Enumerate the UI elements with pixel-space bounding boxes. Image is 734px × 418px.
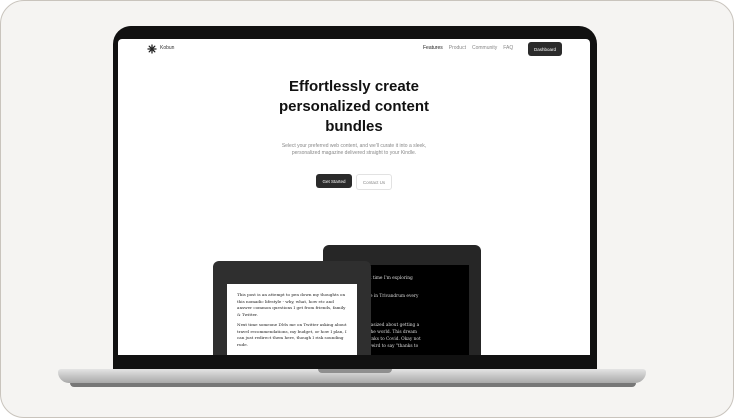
- kindle-device-light: This post is an attempt to pen down my t…: [213, 261, 371, 355]
- kindle-light-paragraph: Next time someone DMs me on Twitter aski…: [237, 322, 347, 347]
- contact-us-button[interactable]: Contact Us: [356, 174, 392, 190]
- website-screen: Kobun Features Product Community FAQ Das…: [118, 39, 590, 355]
- dashboard-button[interactable]: Dashboard: [528, 42, 562, 56]
- nav-link-faq[interactable]: FAQ: [503, 45, 513, 51]
- nav-links: Features Product Community FAQ: [423, 45, 513, 51]
- laptop-notch: [318, 369, 392, 373]
- logo-icon: [147, 44, 157, 54]
- top-nav: Kobun Features Product Community FAQ Das…: [118, 39, 590, 59]
- hero-subtitle: Select your preferred web content, and w…: [281, 143, 427, 156]
- hero-title: Effortlessly create personalized content…: [278, 78, 430, 135]
- kindle-light-paragraph: This post is an attempt to pen down my t…: [237, 292, 346, 317]
- laptop-base-edge: [70, 383, 636, 387]
- nav-link-features[interactable]: Features: [423, 45, 443, 51]
- nav-link-product[interactable]: Product: [449, 45, 466, 51]
- brand-name[interactable]: Kobun: [160, 45, 174, 51]
- nav-link-community[interactable]: Community: [472, 45, 497, 51]
- get-started-button[interactable]: Get Started: [316, 174, 352, 188]
- kindle-light-screen: This post is an attempt to pen down my t…: [227, 284, 357, 355]
